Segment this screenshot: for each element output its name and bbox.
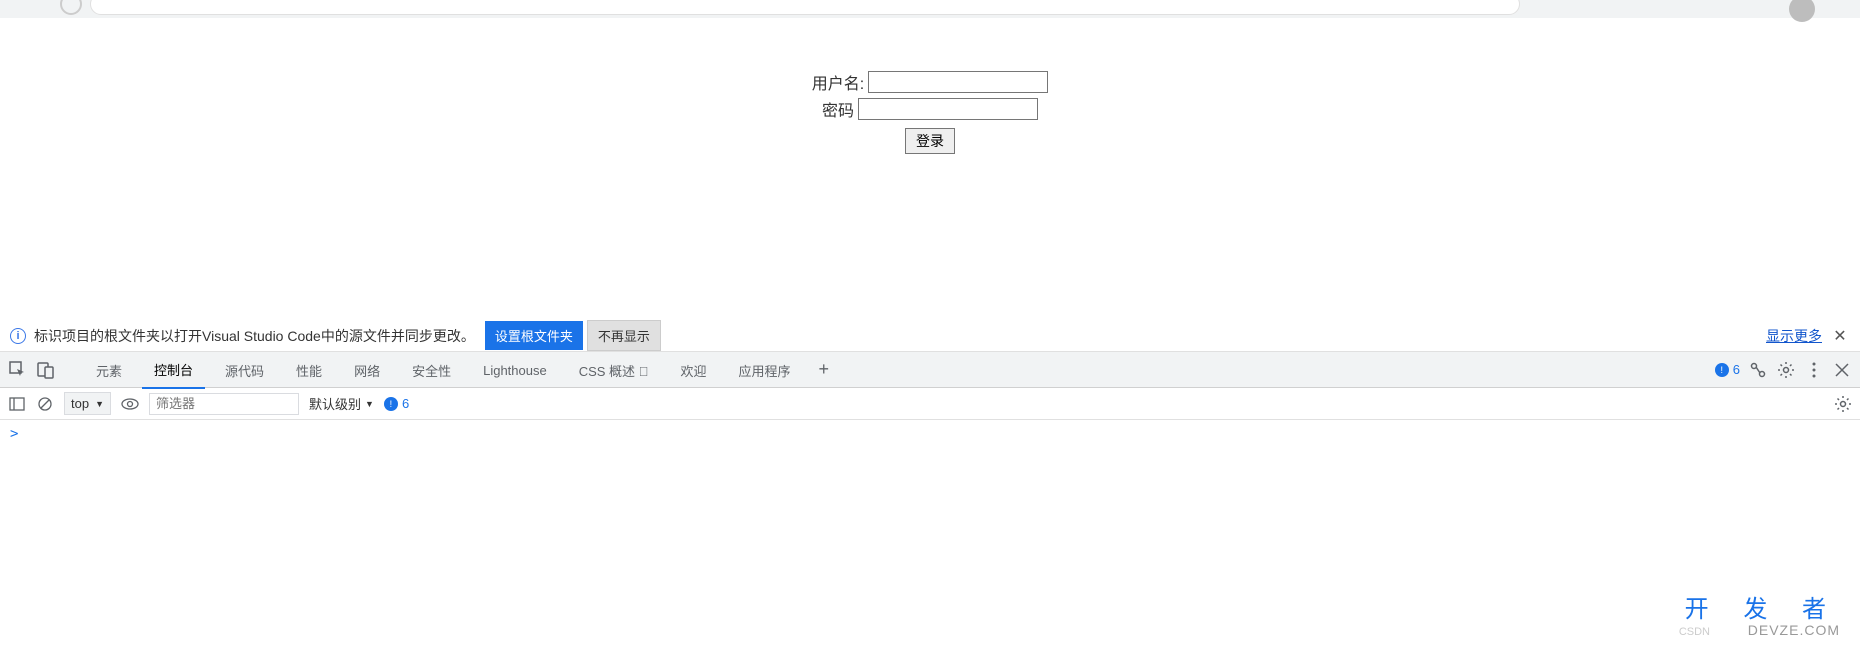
issue-count: 6 [1733, 362, 1740, 377]
password-row: 密码 [810, 97, 1050, 121]
clear-console-icon[interactable] [36, 395, 54, 413]
console-issues[interactable]: ! 6 [384, 396, 409, 411]
settings-icon[interactable] [1776, 360, 1796, 380]
tab-sources[interactable]: 源代码 [213, 352, 276, 388]
toggle-sidebar-icon[interactable] [8, 395, 26, 413]
issue-dot-icon: ! [1715, 363, 1729, 377]
dont-show-button[interactable]: 不再显示 [587, 320, 661, 351]
nav-back-icon[interactable] [60, 0, 82, 15]
username-label: 用户名: [812, 70, 864, 94]
context-value: top [71, 396, 89, 411]
add-tab-icon[interactable]: + [810, 359, 837, 380]
live-expression-icon[interactable] [121, 395, 139, 413]
close-icon[interactable]: ✕ [1830, 326, 1850, 346]
context-selector[interactable]: top [64, 392, 111, 415]
password-input[interactable] [858, 98, 1038, 120]
tab-application[interactable]: 应用程序 [726, 352, 802, 388]
issues-chip[interactable]: ! 6 [1715, 362, 1740, 377]
log-level-label: 默认级别 [309, 394, 361, 413]
close-devtools-icon[interactable] [1832, 360, 1852, 380]
address-bar[interactable] [90, 0, 1520, 15]
inspect-icon[interactable] [8, 360, 28, 380]
set-root-folder-button[interactable]: 设置根文件夹 [485, 321, 583, 350]
log-level-selector[interactable]: 默认级别 [309, 394, 374, 413]
show-more-link[interactable]: 显示更多 [1766, 326, 1822, 346]
tab-security[interactable]: 安全性 [400, 352, 463, 388]
device-toggle-icon[interactable] [36, 360, 56, 380]
password-label: 密码 [822, 97, 854, 121]
username-row: 用户名: [810, 70, 1050, 94]
login-button[interactable]: 登录 [905, 128, 955, 154]
filter-input[interactable] [149, 393, 299, 415]
console-toolbar: top 默认级别 ! 6 [0, 388, 1860, 420]
login-form: 用户名: 密码 登录 [810, 70, 1050, 154]
watermark: CSDN 开 发 者 DEVZE.COM [1685, 589, 1840, 638]
username-input[interactable] [868, 71, 1048, 93]
watermark-csdn: CSDN [1679, 626, 1710, 638]
tab-console[interactable]: 控制台 [142, 351, 205, 389]
tab-elements[interactable]: 元素 [84, 352, 134, 388]
watermark-top: 开 发 者 [1685, 589, 1840, 624]
info-icon: i [10, 328, 26, 344]
console-issue-count: 6 [402, 396, 409, 411]
console-settings-icon[interactable] [1834, 395, 1852, 413]
tab-network[interactable]: 网络 [342, 352, 392, 388]
page-content: 用户名: 密码 登录 [0, 18, 1860, 320]
tab-css-overview[interactable]: CSS 概述 ⃤ [567, 352, 661, 388]
devtools-infobar: i 标识项目的根文件夹以打开Visual Studio Code中的源文件并同步… [0, 320, 1860, 352]
browser-chrome [0, 0, 1860, 18]
more-icon[interactable] [1804, 360, 1824, 380]
tab-lighthouse[interactable]: Lighthouse [471, 354, 559, 386]
console-prompt: > [10, 426, 18, 442]
console-body[interactable]: > [0, 420, 1860, 448]
devtools-tab-bar: 元素 控制台 源代码 性能 网络 安全性 Lighthouse CSS 概述 ⃤… [0, 352, 1860, 388]
issue-dot-icon: ! [384, 397, 398, 411]
tab-performance[interactable]: 性能 [284, 352, 334, 388]
infobar-message: 标识项目的根文件夹以打开Visual Studio Code中的源文件并同步更改… [34, 326, 475, 346]
tab-welcome[interactable]: 欢迎 [668, 352, 718, 388]
network-conditions-icon[interactable] [1748, 360, 1768, 380]
